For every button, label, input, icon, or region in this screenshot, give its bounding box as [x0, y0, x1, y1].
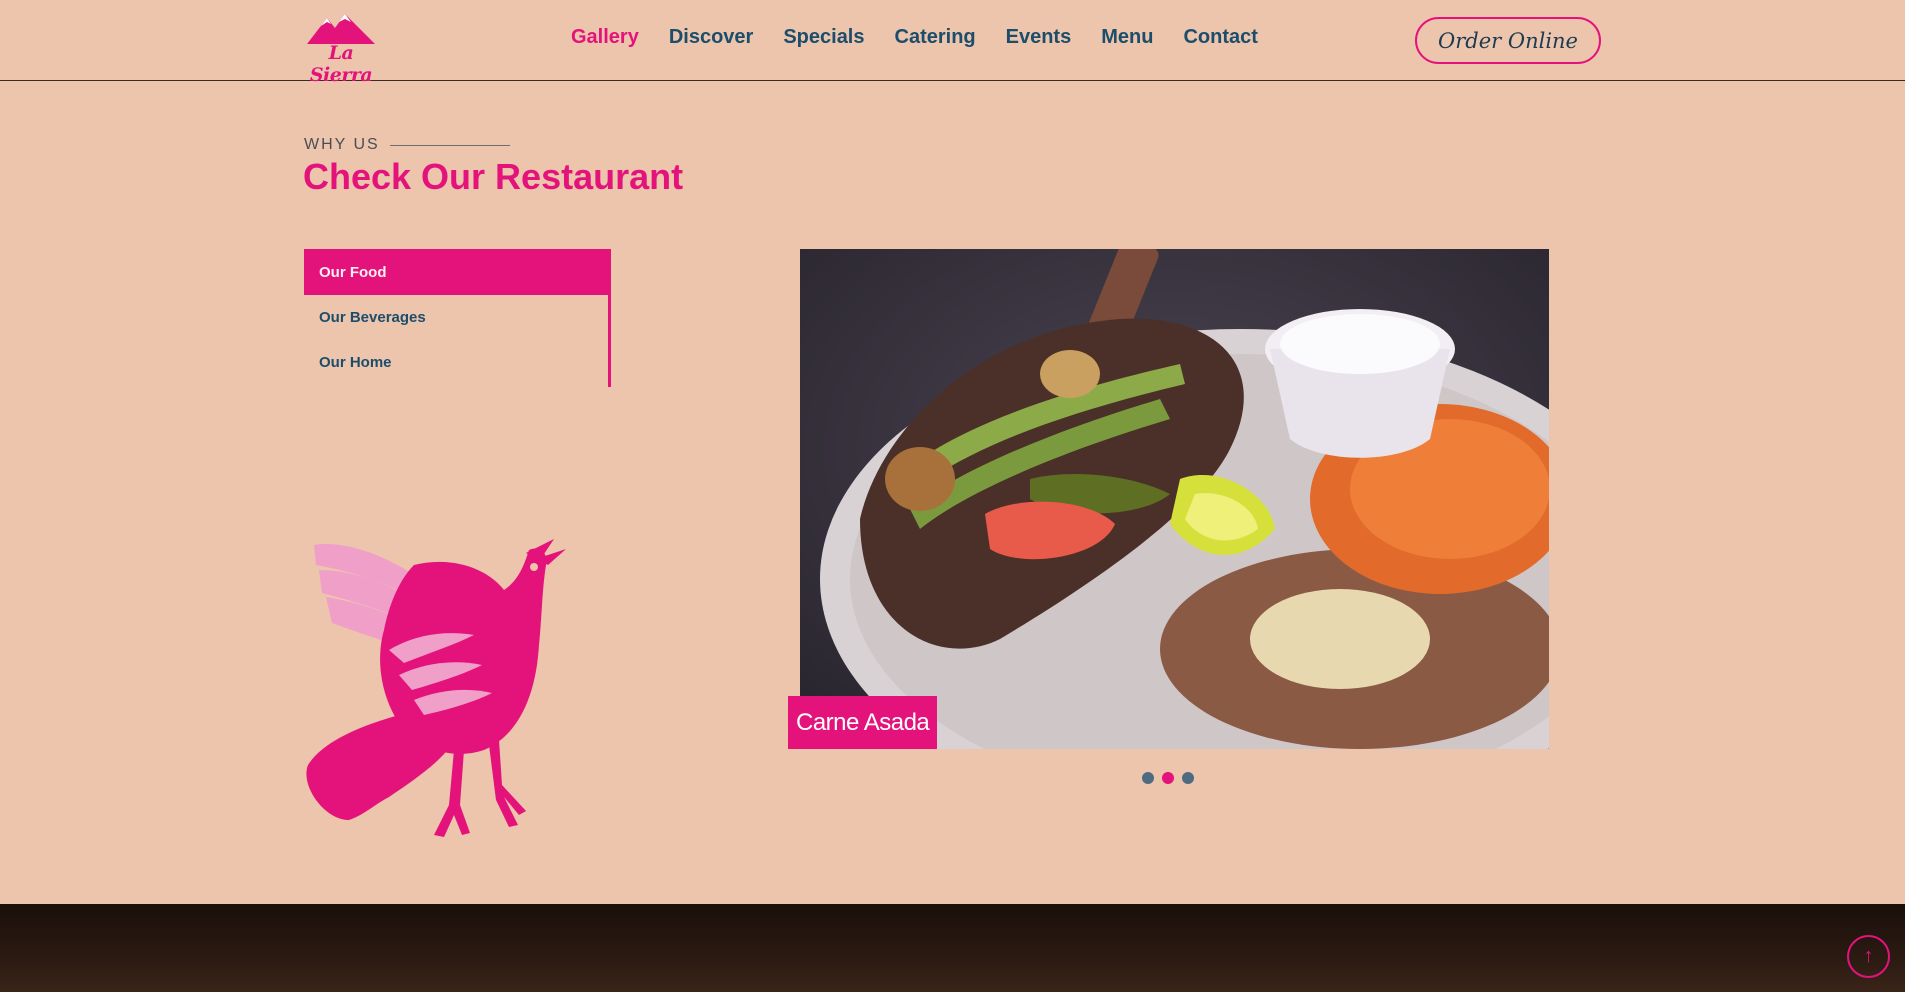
main-nav: Gallery Discover Specials Catering Event…	[571, 26, 1258, 49]
nav-discover[interactable]: Discover	[669, 26, 754, 49]
nav-specials[interactable]: Specials	[783, 26, 864, 49]
order-online-button[interactable]: Order Online	[1415, 17, 1601, 64]
mountain-logo-icon	[307, 14, 375, 44]
bird-illustration-icon	[306, 539, 566, 837]
carousel-dots	[1142, 772, 1194, 784]
tab-our-beverages[interactable]: Our Beverages	[304, 295, 608, 340]
carousel-dot-2[interactable]	[1162, 772, 1174, 784]
nav-catering[interactable]: Catering	[895, 26, 976, 49]
site-logo[interactable]: La Sierra	[303, 12, 379, 86]
back-to-top-button[interactable]: ↑	[1847, 935, 1890, 978]
nav-contact[interactable]: Contact	[1183, 26, 1257, 49]
section-title: Check Our Restaurant	[303, 156, 684, 197]
carousel-slide-image	[800, 249, 1549, 749]
carousel-dot-3[interactable]	[1182, 772, 1194, 784]
tab-our-home[interactable]: Our Home	[304, 340, 608, 385]
carousel-dot-1[interactable]	[1142, 772, 1154, 784]
section-eyebrow: WHY US	[304, 136, 510, 154]
eyebrow-divider	[389, 144, 510, 146]
nav-events[interactable]: Events	[1006, 26, 1072, 49]
tab-our-food[interactable]: Our Food	[304, 249, 608, 295]
site-header: La Sierra Gallery Discover Specials Cate…	[0, 0, 1905, 86]
nav-gallery[interactable]: Gallery	[571, 26, 639, 49]
arrow-up-icon: ↑	[1863, 945, 1874, 967]
eyebrow-text: WHY US	[304, 136, 380, 153]
carne-asada-photo	[800, 249, 1549, 749]
gallery-tabs: Our Food Our Beverages Our Home	[304, 249, 611, 387]
slide-caption: Carne Asada	[788, 696, 938, 749]
nav-menu[interactable]: Menu	[1101, 26, 1153, 49]
footer-band	[0, 904, 1905, 992]
logo-text: La Sierra	[309, 42, 373, 86]
